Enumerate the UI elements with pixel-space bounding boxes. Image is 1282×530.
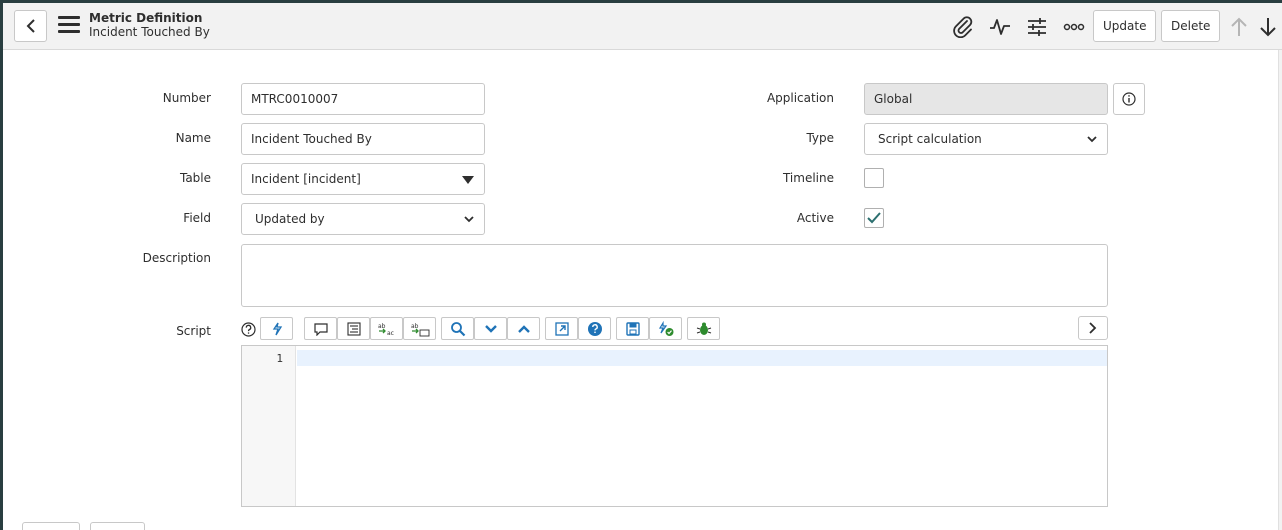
- comment-button[interactable]: [304, 317, 337, 340]
- caret-down-icon: [462, 176, 474, 184]
- back-button[interactable]: [14, 10, 47, 42]
- script-check-icon: [658, 320, 673, 336]
- find-previous-button[interactable]: [507, 317, 540, 340]
- replace-all-icon: ab: [411, 323, 429, 336]
- name-input[interactable]: Incident Touched By: [241, 123, 485, 155]
- bug-icon: [696, 322, 711, 335]
- application-label: Application: [766, 91, 834, 105]
- number-label: Number: [162, 91, 211, 105]
- menu-icon[interactable]: [58, 16, 80, 36]
- line-number-gutter: 1: [242, 346, 296, 506]
- type-label: Type: [806, 131, 834, 145]
- application-field: Global: [864, 83, 1108, 115]
- chevron-down-icon: [464, 216, 474, 223]
- sliders-icon[interactable]: [1023, 13, 1051, 41]
- replace-all-button[interactable]: ab: [403, 317, 436, 340]
- activity-icon[interactable]: [986, 13, 1014, 41]
- svg-text:ab: ab: [378, 323, 386, 330]
- page-title: Metric Definition: [89, 11, 203, 25]
- search-button[interactable]: [441, 317, 474, 340]
- application-info-button[interactable]: [1113, 83, 1145, 115]
- debug-button[interactable]: [687, 317, 720, 340]
- record-title: Incident Touched By: [89, 25, 210, 39]
- field-value: Updated by: [255, 212, 325, 226]
- number-value: MTRC0010007: [251, 92, 339, 106]
- arrow-down-icon[interactable]: [1254, 13, 1282, 41]
- toggle-syntax-button[interactable]: [260, 317, 293, 340]
- find-next-button[interactable]: [474, 317, 507, 340]
- description-textarea[interactable]: [241, 244, 1108, 307]
- field-select[interactable]: Updated by: [241, 203, 485, 235]
- name-value: Incident Touched By: [251, 132, 372, 146]
- script-check-button[interactable]: [649, 317, 682, 340]
- number-input[interactable]: MTRC0010007: [241, 83, 485, 115]
- checkmark-icon: [867, 212, 881, 224]
- table-label: Table: [179, 171, 211, 185]
- arrow-up-icon[interactable]: [1225, 13, 1253, 41]
- syntax-toggle-icon: [272, 322, 282, 335]
- script-label: Script: [176, 324, 211, 338]
- save-icon: [625, 321, 640, 336]
- table-value: Incident [incident]: [251, 172, 361, 186]
- chevron-down-icon: [484, 324, 497, 333]
- timeline-checkbox[interactable]: [864, 168, 884, 188]
- active-line-highlight: [297, 350, 1107, 366]
- type-select[interactable]: Script calculation: [864, 123, 1108, 155]
- timeline-label: Timeline: [782, 171, 834, 185]
- fullscreen-icon: [554, 321, 569, 336]
- description-label: Description: [142, 251, 211, 265]
- search-icon: [450, 321, 465, 336]
- line-number: 1: [276, 352, 283, 365]
- expand-toolbar-button[interactable]: [1078, 316, 1108, 340]
- delete-button[interactable]: Delete: [1161, 10, 1221, 42]
- chevron-right-icon: [1089, 322, 1097, 334]
- scrollbar[interactable]: [1278, 50, 1282, 530]
- field-label: Field: [183, 211, 211, 225]
- help-circle-icon: [587, 321, 602, 336]
- application-value: Global: [874, 92, 913, 106]
- comment-icon: [313, 322, 328, 336]
- name-label: Name: [175, 131, 211, 145]
- chevron-down-icon: [1087, 136, 1097, 143]
- active-label: Active: [796, 211, 834, 225]
- format-icon: [346, 321, 361, 336]
- window-frame-left: [0, 0, 3, 530]
- bottom-update-button[interactable]: [22, 522, 80, 530]
- more-icon[interactable]: [1060, 13, 1088, 41]
- svg-text:ac: ac: [387, 330, 394, 337]
- form-header: Metric Definition Incident Touched By Up…: [3, 3, 1282, 50]
- chevron-up-icon: [517, 324, 530, 333]
- bottom-delete-button[interactable]: [90, 522, 145, 530]
- info-icon: [1122, 92, 1136, 106]
- help-button[interactable]: [578, 317, 611, 340]
- save-button[interactable]: [616, 317, 649, 340]
- help-icon[interactable]: [241, 322, 256, 341]
- type-value: Script calculation: [878, 132, 982, 146]
- update-button[interactable]: Update: [1093, 10, 1157, 42]
- fullscreen-button[interactable]: [545, 317, 578, 340]
- svg-text:ab: ab: [411, 323, 419, 330]
- format-code-button[interactable]: [337, 317, 370, 340]
- table-select[interactable]: Incident [incident]: [241, 163, 485, 195]
- script-editor[interactable]: 1: [241, 345, 1108, 507]
- active-checkbox[interactable]: [864, 208, 884, 228]
- replace-icon: abac: [378, 323, 394, 337]
- form-titles: Metric Definition Incident Touched By: [89, 11, 210, 39]
- paperclip-icon[interactable]: [949, 13, 977, 41]
- chevron-left-icon: [26, 19, 35, 33]
- replace-button[interactable]: ab ac: [370, 317, 403, 340]
